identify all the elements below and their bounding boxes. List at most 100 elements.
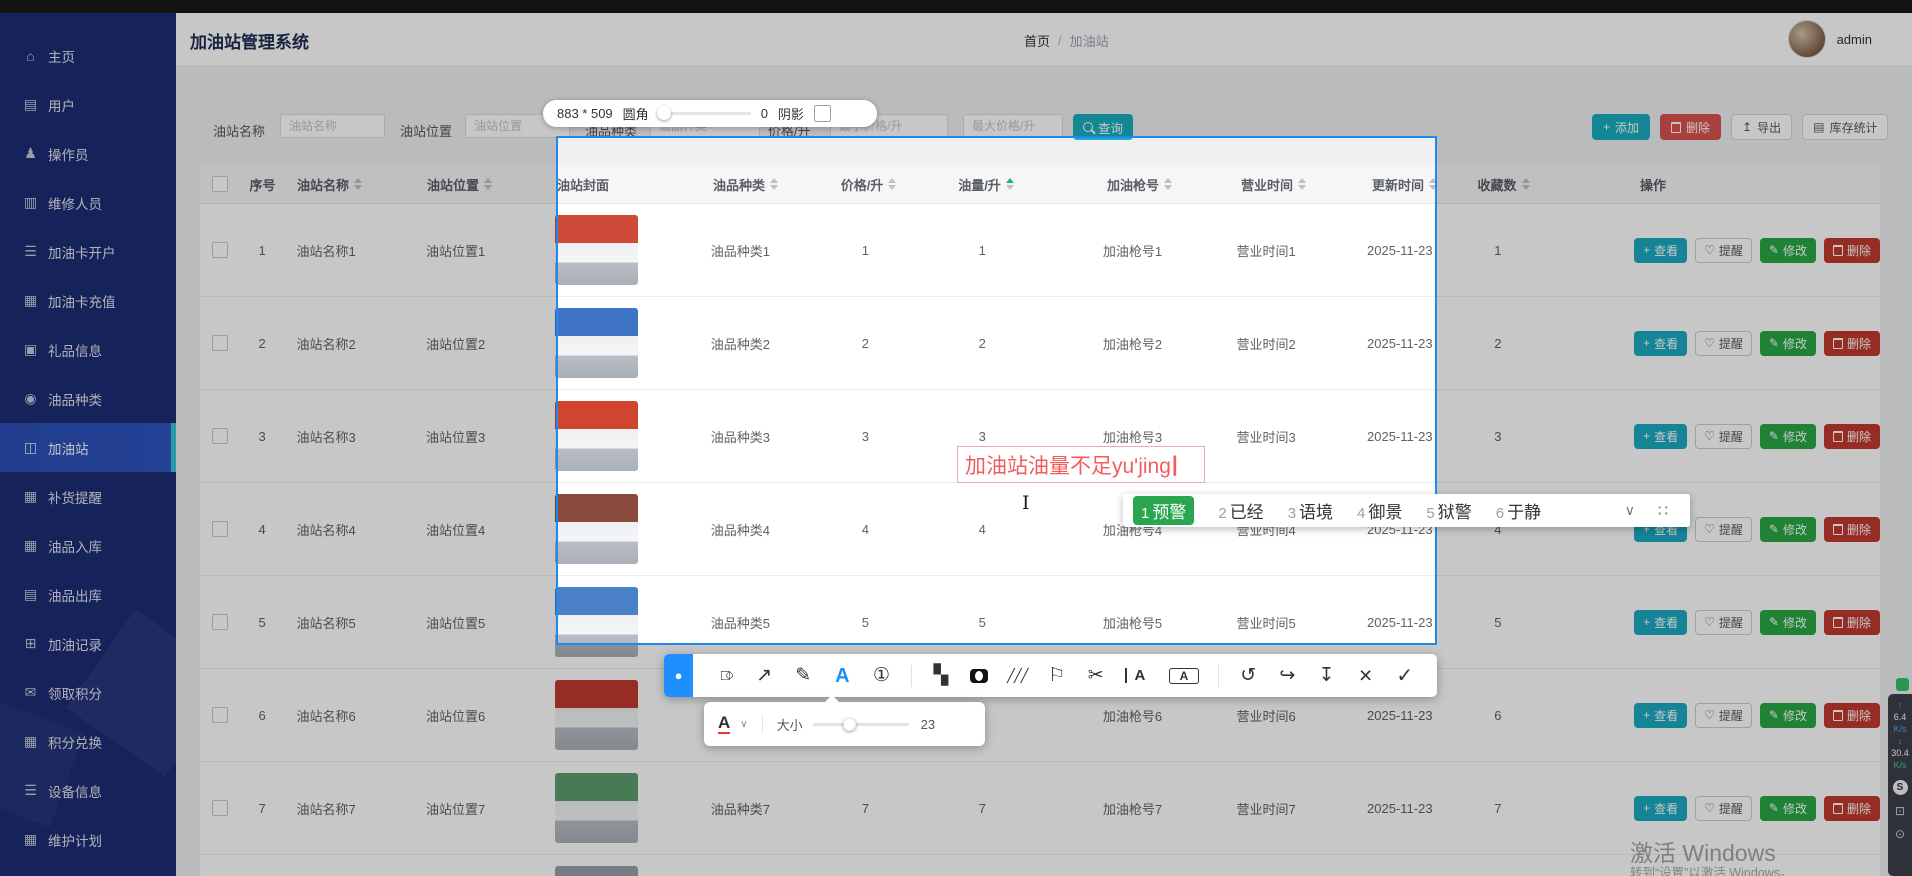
corner-radius-slider[interactable] [659,112,751,115]
text-tool-icon[interactable]: A [832,666,852,686]
column-header[interactable]: 加油枪号 [1051,175,1186,194]
ime-candidate-4[interactable]: 4御景 [1357,498,1402,523]
sidebar-item-2[interactable]: ▤用户 [0,80,176,129]
sidebar-item-11[interactable]: ▦油品入库 [0,521,176,570]
chevron-down-icon[interactable]: ∨ [1625,502,1635,519]
edit-button[interactable]: ✎修改 [1760,796,1816,821]
search-button[interactable]: 查询 [1073,114,1133,140]
font-size-slider[interactable] [813,723,909,726]
shape-tool-icon[interactable]: □○ [715,668,735,683]
download-icon[interactable]: ↧ [1316,666,1336,685]
station-cover-image[interactable] [555,494,638,564]
checkbox[interactable] [212,707,228,723]
sidebar-item-13[interactable]: ⊞加油记录 [0,619,176,668]
undo-icon[interactable]: ↺ [1238,666,1258,685]
mosaic-tool-icon[interactable]: ▚ [931,666,951,685]
station-cover-image[interactable] [555,308,638,378]
sidebar-item-17[interactable]: ▦维护计划 [0,815,176,864]
view-button[interactable]: +查看 [1634,703,1687,728]
breadcrumb-home[interactable]: 首页 [1024,31,1050,50]
checkbox[interactable] [212,176,228,192]
sidebar-item-5[interactable]: ☰加油卡开户 [0,227,176,276]
remind-button[interactable]: ♡提醒 [1695,424,1752,449]
stock-stats-button[interactable]: ▤库存统计 [1802,114,1888,140]
delete-button[interactable]: 删除 [1824,610,1880,635]
edit-button[interactable]: ✎修改 [1760,610,1816,635]
column-header[interactable]: 营业时间 [1186,175,1316,194]
pen-tool-icon[interactable]: ✎ [793,666,813,685]
ime-candidate-6[interactable]: 6于静 [1496,498,1541,523]
sidebar-item-14[interactable]: ✉领取积分 [0,668,176,717]
delete-button[interactable]: 删除 [1824,238,1880,263]
checkbox[interactable] [212,335,228,351]
chevron-down-icon[interactable]: ∨ [740,719,747,730]
column-header[interactable]: 收藏数 [1456,175,1551,194]
widget-status-icon[interactable] [1896,678,1909,691]
extract-text-icon[interactable]: A [1125,668,1150,683]
delete-button[interactable]: 删除 [1824,424,1880,449]
sort-carets-icon[interactable] [354,178,362,190]
station-cover-image[interactable] [555,680,638,750]
edit-button[interactable]: ✎修改 [1760,703,1816,728]
sidebar-item-16[interactable]: ☰设备信息 [0,766,176,815]
delete-button[interactable]: 删除 [1824,796,1880,821]
sidebar-item-1[interactable]: ⌂主页 [0,31,176,80]
blur-tool-icon[interactable] [970,669,988,683]
sidebar-item-9[interactable]: ◫加油站 [0,423,176,472]
column-header[interactable]: 更新时间 [1316,175,1456,194]
remind-button[interactable]: ♡提醒 [1695,331,1752,356]
sidebar-item-10[interactable]: ▦补货提醒 [0,472,176,521]
sidebar-item-12[interactable]: ▤油品出库 [0,570,176,619]
ime-grid-icon[interactable]: ∷ [1658,501,1670,521]
redo-icon[interactable]: ↪ [1277,666,1297,685]
sort-carets-icon[interactable] [1006,178,1014,190]
add-button[interactable]: +添加 [1592,114,1650,140]
slider-knob[interactable] [657,106,671,120]
checkbox[interactable] [212,614,228,630]
username[interactable]: admin [1837,32,1872,47]
view-button[interactable]: +查看 [1634,331,1687,356]
remind-button[interactable]: ♡提醒 [1695,703,1752,728]
confirm-icon[interactable]: ✓ [1395,666,1415,686]
sort-carets-icon[interactable] [1429,178,1437,190]
font-color-button[interactable]: A [718,714,730,734]
ime-candidate-1[interactable]: 1预警 [1133,496,1194,525]
view-button[interactable]: +查看 [1634,610,1687,635]
ime-candidate-5[interactable]: 5狱警 [1426,498,1471,523]
sidebar-item-3[interactable]: ♟操作员 [0,129,176,178]
shadow-checkbox[interactable] [814,105,831,122]
station-cover-image[interactable] [555,866,638,876]
delete-button[interactable]: 删除 [1824,703,1880,728]
column-header[interactable]: 油量/升 [921,175,1051,194]
edit-button[interactable]: ✎修改 [1760,424,1816,449]
sidebar-item-8[interactable]: ◉油品种类 [0,374,176,423]
cut-tool-icon[interactable]: ✂ [1086,666,1106,685]
checkbox[interactable] [212,521,228,537]
avatar[interactable] [1788,20,1826,58]
remind-button[interactable]: ♡提醒 [1695,796,1752,821]
sort-carets-icon[interactable] [1298,178,1306,190]
close-icon[interactable]: × [1356,664,1376,687]
ime-candidate-2[interactable]: 2已经 [1218,498,1263,523]
net-speed-widget[interactable]: ↑ 6.4 K/s ↓ 30.4 K/s S ⊡ ⊙ [1888,694,1912,876]
pin-tool-icon[interactable]: ⚐ [1047,666,1067,685]
sort-carets-icon[interactable] [888,178,896,190]
magnifier-icon[interactable]: ⊙ [1895,827,1905,841]
crop-tool-icon[interactable]: ⊡ [1895,804,1905,818]
sidebar-item-7[interactable]: ▣礼品信息 [0,325,176,374]
ime-candidate-3[interactable]: 3语境 [1288,498,1333,523]
sort-carets-icon[interactable] [1164,178,1172,190]
station-cover-image[interactable] [555,215,638,285]
station-cover-image[interactable] [555,773,638,843]
ocr-icon[interactable]: A [1169,668,1199,684]
widget-app-icon[interactable]: S [1893,780,1908,795]
station-cover-image[interactable] [555,401,638,471]
sidebar-item-6[interactable]: ▦加油卡充值 [0,276,176,325]
sort-carets-icon[interactable] [770,178,778,190]
view-button[interactable]: +查看 [1634,796,1687,821]
edit-button[interactable]: ✎修改 [1760,331,1816,356]
export-button[interactable]: ↥导出 [1731,114,1792,140]
max-price-input[interactable] [963,114,1063,138]
remind-button[interactable]: ♡提醒 [1695,517,1752,542]
checkbox[interactable] [212,800,228,816]
